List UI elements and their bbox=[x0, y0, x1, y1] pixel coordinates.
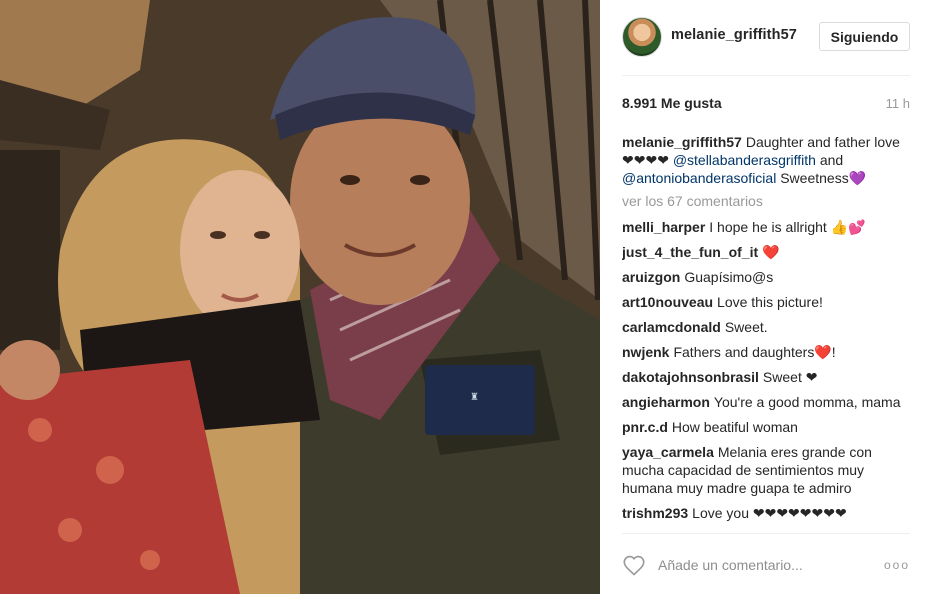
comment-item: just_4_the_fun_of_it ❤️ bbox=[622, 243, 910, 261]
post-photo[interactable]: ♜ bbox=[0, 0, 600, 594]
comment-username[interactable]: art10nouveau bbox=[622, 294, 713, 310]
more-options-icon[interactable]: ooo bbox=[884, 558, 910, 572]
comment-text: Fathers and daughters❤️! bbox=[673, 344, 836, 360]
avatar[interactable] bbox=[622, 17, 662, 57]
caption-text: and bbox=[815, 152, 844, 168]
comment-username[interactable]: dakotajohnsonbrasil bbox=[622, 369, 759, 385]
comment-username[interactable]: pnr.c.d bbox=[622, 419, 668, 435]
likes-count[interactable]: 8.991 Me gusta bbox=[622, 95, 722, 111]
comment-bar: ooo bbox=[622, 550, 910, 580]
comment-item: art10nouveau Love this picture! bbox=[622, 293, 910, 311]
likes-row: 8.991 Me gusta 11 h bbox=[622, 95, 910, 113]
comment-item: melli_harper I hope he is allright 👍💕 bbox=[622, 218, 910, 236]
comment-item: carlamcdonald Sweet. bbox=[622, 318, 910, 336]
caption-mention[interactable]: @antoniobanderasoficial bbox=[622, 170, 776, 186]
comment-item: dakotajohnsonbrasil Sweet ❤ bbox=[622, 368, 910, 386]
caption-mention[interactable]: @stellabanderasgriffith bbox=[673, 152, 816, 168]
post-header: melanie_griffith57 Siguiendo bbox=[622, 15, 910, 57]
add-comment-input[interactable] bbox=[658, 553, 878, 577]
comment-username[interactable]: nwjenk bbox=[622, 344, 669, 360]
comment-text: Love you ❤❤❤❤❤❤❤❤ bbox=[692, 505, 847, 521]
comment-username[interactable]: angieharmon bbox=[622, 394, 710, 410]
caption: melanie_griffith57 Daughter and father lo… bbox=[622, 133, 910, 187]
view-more-comments[interactable]: ver los 67 comentarios bbox=[622, 192, 910, 210]
comment-username[interactable]: carlamcdonald bbox=[622, 319, 721, 335]
post-time[interactable]: 11 h bbox=[886, 96, 910, 111]
comment-item: pnr.c.d How beatiful woman bbox=[622, 418, 910, 436]
comment-item: nwjenk Fathers and daughters❤️! bbox=[622, 343, 910, 361]
comments-list[interactable]: melanie_griffith57 Daughter and father lo… bbox=[622, 133, 910, 530]
following-button[interactable]: Siguiendo bbox=[819, 22, 910, 51]
comment-username[interactable]: aruizgon bbox=[622, 269, 680, 285]
caption-username[interactable]: melanie_griffith57 bbox=[622, 134, 742, 150]
comment-username[interactable]: melli_harper bbox=[622, 219, 705, 235]
comment-username[interactable]: just_4_the_fun_of_it bbox=[622, 244, 758, 260]
comment-text: Guapísimo@s bbox=[684, 269, 774, 285]
comment-text: How beatiful woman bbox=[671, 419, 798, 435]
post-photo-illustration: ♜ bbox=[0, 0, 600, 594]
comment-text: Love this picture! bbox=[717, 294, 823, 310]
header-username[interactable]: melanie_griffith57 bbox=[671, 27, 797, 43]
comment-item: trishm293 Love you ❤❤❤❤❤❤❤❤ bbox=[622, 504, 910, 522]
comment-text: ❤️ bbox=[762, 244, 780, 260]
post-side-panel: melanie_griffith57 Siguiendo 8.991 Me gu… bbox=[600, 0, 929, 594]
comment-username[interactable]: trishm293 bbox=[622, 505, 688, 521]
comment-text: Sweet. bbox=[724, 319, 768, 335]
caption-text: Sweetness💜 bbox=[776, 170, 867, 186]
comment-username[interactable]: yaya_carmela bbox=[622, 444, 714, 460]
comment-text: I hope he is allright 👍💕 bbox=[709, 219, 866, 235]
header-divider bbox=[622, 75, 910, 76]
comment-item: yaya_carmela Melania eres grande con much… bbox=[622, 443, 910, 497]
comment-item: angieharmon You're a good momma, mama bbox=[622, 393, 910, 411]
heart-outline-icon[interactable] bbox=[622, 554, 646, 576]
comment-text: Sweet ❤ bbox=[762, 369, 818, 385]
svg-text:♜: ♜ bbox=[470, 392, 479, 403]
comment-text: You're a good momma, mama bbox=[713, 394, 901, 410]
comments-divider bbox=[622, 533, 910, 534]
comment-item: aruizgon Guapísimo@s bbox=[622, 268, 910, 286]
